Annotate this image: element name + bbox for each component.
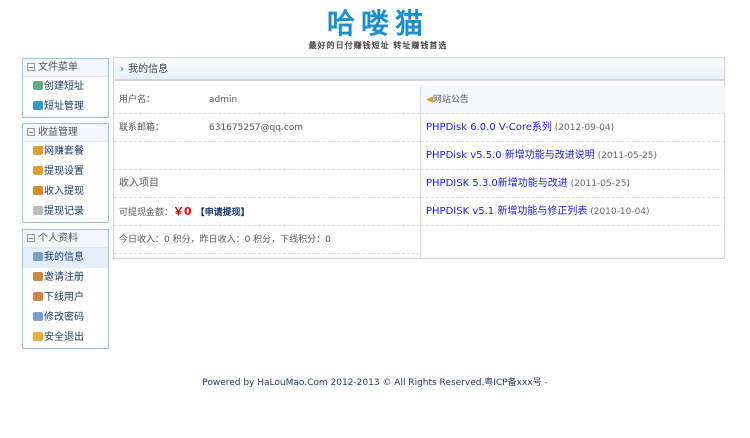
sidebar-item-label: 提现记录 [44,206,84,217]
collapse-icon[interactable] [27,128,35,136]
sidebar-item[interactable]: 下线用户 [23,288,108,308]
sidebar-item-label: 安全退出 [44,332,84,343]
users-icon [33,272,43,281]
email-value: 631675257@qq.com [209,123,304,133]
username-row: 用户名： admin [114,86,420,114]
sidebar-item[interactable]: 收入提现 [23,182,108,202]
panel-header: › 我的信息 [114,58,724,81]
notice-item: PHPDisk v5.5.0 新增功能与改进说明 (2011-05-25) [421,142,725,170]
sidebar-item[interactable]: 提现设置 [23,162,108,182]
withdraw-label: 可提现金额： [119,208,174,218]
sidebar-item[interactable]: 安全退出 [23,328,108,348]
notice-date: (2011-05-25) [570,179,630,189]
withdraw-amount: ￥0 [173,205,192,218]
email-label: 联系邮箱： [119,123,165,133]
user-money-icon [33,186,43,195]
link-icon [33,81,43,90]
group-title: 文件菜单 [38,62,78,73]
notice-column: ◀网站公告 PHPDisk 6.0.0 V-Core系列 (2012-09-04… [420,86,725,258]
notice-link[interactable]: PHPDisk v5.5.0 新增功能与改进说明 [426,150,595,161]
megaphone-icon: ◀ [426,95,433,105]
stats-row: 今日收入：0 积分，昨日收入：0 积分，下线积分：0 [114,226,420,254]
sidebar-group: 个人资料我的信息邀请注册下线用户修改密码安全退出 [22,229,109,349]
username-label: 用户名： [119,95,156,105]
my-info-panel: › 我的信息 用户名： admin 联系邮箱： 631675257@qq.com 收入… [113,57,725,259]
panel-title: 我的信息 [128,64,169,75]
sidebar-item-label: 我的信息 [44,252,84,263]
email-row: 联系邮箱： 631675257@qq.com [114,114,420,142]
sidebar-item-label: 下线用户 [44,292,84,303]
sidebar-item-label: 创建短址 [44,81,84,92]
username-value: admin [209,95,238,105]
table-icon [33,312,43,321]
sidebar-group: 收益管理网赚套餐提现设置收入提现提现记录 [22,123,109,223]
notice-title: 网站公告 [432,95,469,105]
logo-title: 哈喽猫 [326,7,429,40]
home-icon [33,101,43,110]
apply-withdraw-link[interactable]: 【申请提现】 [196,208,250,218]
notice-link[interactable]: PHPDISK 5.3.0新增功能与改进 [426,178,568,189]
logo-slogan: 最好的日付赚钱短址 转址赚钱首选 [308,41,448,50]
pencil-icon [33,166,43,175]
sidebar-item[interactable]: 邀请注册 [23,268,108,288]
sidebar-item-label: 收入提现 [44,186,84,197]
sidebar-group: 文件菜单创建短址短址管理 [22,58,109,118]
notice-item: PHPDISK v5.1 新增功能与修正列表 (2010-10-04) [421,198,725,226]
sidebar-group-header[interactable]: 收益管理 [23,124,108,142]
withdraw-row: 可提现金额：￥0 【申请提现】 [114,198,420,226]
footer: Powered by HaLouMao.Com 2012-2013 © All … [202,378,548,388]
notice-item: PHPDISK 5.3.0新增功能与改进 (2011-05-25) [421,170,725,198]
notice-item: PHPDisk 6.0.0 V-Core系列 (2012-09-04) [421,114,725,142]
notice-link[interactable]: PHPDISK v5.1 新增功能与修正列表 [426,206,587,217]
sidebar-item-label: 提现设置 [44,166,84,177]
notice-date: (2012-09-04) [554,123,615,133]
collapse-icon[interactable] [27,63,35,71]
group-title: 个人资料 [38,233,78,244]
sidebar-group-header[interactable]: 个人资料 [23,230,108,248]
sidebar-item[interactable]: 网赚套餐 [23,142,108,162]
income-title: 收入项目 [114,170,420,198]
sidebar-item-label: 短址管理 [44,101,84,112]
sidebar-item-label: 网赚套餐 [44,146,84,157]
logo[interactable]: 哈喽猫 最好的日付赚钱短址 转址赚钱首选 [298,8,458,51]
group-title: 收益管理 [38,127,78,138]
key-icon [33,332,43,341]
pencil-icon [33,146,43,155]
empty-row [114,142,420,170]
sidebar-item[interactable]: 短址管理 [23,97,108,117]
notice-link[interactable]: PHPDisk 6.0.0 V-Core系列 [426,122,552,133]
users-icon [33,292,43,301]
table-icon [33,252,43,261]
notice-date: (2011-05-25) [597,151,657,161]
sidebar-item[interactable]: 我的信息 [23,248,108,268]
collapse-icon[interactable] [27,234,35,242]
sidebar-item[interactable]: 提现记录 [23,202,108,222]
sidebar-item[interactable]: 创建短址 [23,77,108,97]
notice-date: (2010-10-04) [590,207,650,217]
sidebar-item[interactable]: 修改密码 [23,308,108,328]
sidebar-group-header[interactable]: 文件菜单 [23,59,108,77]
notice-header: ◀网站公告 [421,86,725,114]
sidebar-item-label: 修改密码 [44,312,84,323]
info-column: 用户名： admin 联系邮箱： 631675257@qq.com 收入项目 可提现… [114,86,420,254]
chevron-right-icon: › [120,64,125,75]
sidebar-item-label: 邀请注册 [44,272,84,283]
document-icon [33,206,43,215]
